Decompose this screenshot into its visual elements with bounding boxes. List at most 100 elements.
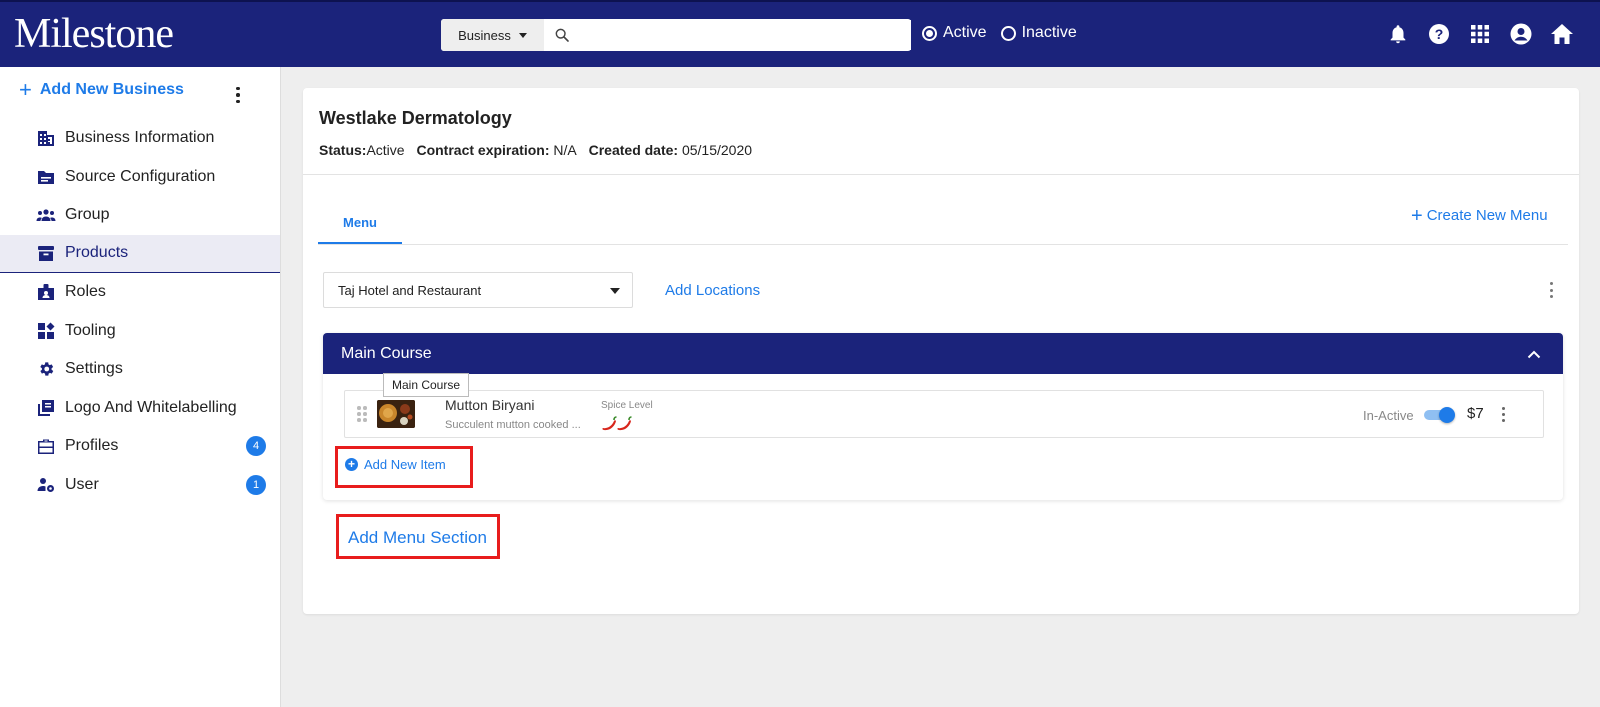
apps-grid-icon[interactable] bbox=[1468, 22, 1492, 46]
spice-level-label: Spice Level bbox=[601, 400, 653, 411]
business-name: Westlake Dermatology bbox=[319, 108, 512, 128]
home-icon[interactable] bbox=[1550, 22, 1574, 46]
search-type-dropdown[interactable]: Business bbox=[441, 19, 544, 51]
sidebar-item-logo-whitelabelling[interactable]: Logo And Whitelabelling bbox=[0, 389, 280, 428]
add-new-item-label: Add New Item bbox=[364, 457, 446, 472]
sidebar-item-label: Business Information bbox=[65, 129, 215, 147]
business-card: Westlake Dermatology Status:Active Contr… bbox=[303, 88, 1579, 614]
help-icon[interactable]: ? bbox=[1427, 22, 1451, 46]
sidebar-item-tooling[interactable]: Tooling bbox=[0, 312, 280, 351]
sidebar-item-label: User bbox=[65, 475, 99, 493]
sidebar-item-label: Group bbox=[65, 206, 110, 224]
radio-inactive[interactable]: Inactive bbox=[1000, 24, 1077, 42]
search-type-label: Business bbox=[458, 27, 511, 43]
sidebar-item-products[interactable]: Products bbox=[0, 234, 280, 273]
sidebar-item-label: Settings bbox=[65, 360, 123, 378]
sidebar-item-user[interactable]: User 1 bbox=[0, 466, 280, 505]
drag-handle-icon[interactable] bbox=[357, 406, 367, 424]
menu-section-header[interactable]: Main Course bbox=[323, 333, 1563, 374]
sidebar-item-settings[interactable]: Settings bbox=[0, 350, 280, 389]
radio-checked-icon bbox=[922, 25, 937, 41]
svg-text:?: ? bbox=[1435, 26, 1444, 42]
bell-icon[interactable] bbox=[1386, 22, 1410, 46]
top-app-bar: Milestone Business Active Inactive ? bbox=[0, 0, 1600, 67]
caret-down-icon bbox=[518, 32, 527, 38]
user-count-badge: 1 bbox=[246, 474, 266, 495]
radio-inactive-label: Inactive bbox=[1021, 24, 1077, 41]
dashboard-icon bbox=[36, 321, 56, 341]
building-icon bbox=[36, 128, 56, 148]
archive-box-icon bbox=[36, 243, 56, 263]
sidebar-item-business-information[interactable]: Business Information bbox=[0, 119, 280, 158]
milestone-logo[interactable]: Milestone bbox=[14, 8, 174, 60]
sidebar-item-source-configuration[interactable]: Source Configuration bbox=[0, 158, 280, 197]
chevron-up-icon[interactable] bbox=[1527, 346, 1541, 364]
plus-icon: + bbox=[1411, 204, 1423, 227]
status-label: Status: bbox=[319, 142, 367, 158]
business-meta: Status:Active Contract expiration: N/A C… bbox=[319, 142, 752, 158]
gear-icon bbox=[36, 359, 56, 379]
chili-pepper-icon bbox=[601, 415, 635, 436]
briefcase-icon bbox=[36, 436, 56, 456]
item-status-label: In-Active bbox=[1363, 408, 1414, 423]
divider bbox=[303, 174, 1579, 175]
item-name: Mutton Biryani bbox=[445, 397, 535, 413]
status-radio-group: Active Inactive bbox=[922, 24, 1077, 42]
contract-label: Contract expiration: bbox=[416, 142, 550, 158]
plus-icon: + bbox=[19, 77, 32, 102]
status-value: Active bbox=[366, 142, 405, 158]
sidebar-item-label: Tooling bbox=[65, 321, 116, 339]
menu-item-row[interactable]: Mutton Biryani Succulent mutton cooked .… bbox=[344, 390, 1544, 438]
search-bar: Business bbox=[441, 19, 911, 51]
sidebar-item-group[interactable]: Group bbox=[0, 196, 280, 235]
section-title-tooltip: Main Course bbox=[383, 373, 470, 397]
tabs-divider bbox=[318, 244, 1568, 245]
sidebar-item-profiles[interactable]: Profiles 4 bbox=[0, 427, 280, 466]
user-settings-icon bbox=[36, 475, 56, 495]
plus-circle-icon: + bbox=[345, 458, 358, 471]
created-label: Created date: bbox=[588, 142, 679, 158]
sidebar-item-label: Logo And Whitelabelling bbox=[65, 398, 237, 416]
library-icon bbox=[36, 398, 56, 418]
caret-down-icon bbox=[610, 288, 620, 294]
radio-unchecked-icon bbox=[1000, 25, 1016, 41]
badge-id-icon bbox=[36, 282, 56, 302]
item-thumbnail bbox=[377, 400, 415, 428]
folder-icon bbox=[36, 167, 56, 187]
menu-section-title: Main Course bbox=[341, 344, 432, 362]
create-new-menu-label: Create New Menu bbox=[1426, 207, 1548, 224]
search-icon bbox=[544, 19, 580, 51]
create-new-menu-button[interactable]: + Create New Menu bbox=[1411, 204, 1548, 227]
sidebar-item-label: Products bbox=[65, 244, 129, 262]
top-icon-tray: ? bbox=[1386, 22, 1574, 46]
item-more-icon[interactable] bbox=[1500, 407, 1506, 422]
sidebar-more-icon[interactable] bbox=[232, 85, 244, 105]
radio-active-label: Active bbox=[943, 24, 987, 41]
group-icon bbox=[36, 205, 56, 225]
item-description: Succulent mutton cooked ... bbox=[445, 419, 581, 431]
search-input[interactable] bbox=[580, 20, 911, 50]
contract-value: N/A bbox=[553, 142, 577, 158]
location-select-value: Taj Hotel and Restaurant bbox=[338, 282, 482, 298]
sidebar-item-label: Source Configuration bbox=[65, 167, 216, 185]
created-value: 05/15/2020 bbox=[681, 142, 753, 158]
radio-active[interactable]: Active bbox=[922, 24, 987, 42]
add-menu-section-button[interactable]: Add Menu Section bbox=[348, 528, 487, 548]
sidebar-item-label: Roles bbox=[65, 283, 106, 301]
item-price: $7 bbox=[1467, 405, 1484, 422]
location-select[interactable]: Taj Hotel and Restaurant bbox=[323, 272, 633, 308]
add-locations-link[interactable]: Add Locations bbox=[665, 282, 760, 299]
sidebar-item-roles[interactable]: Roles bbox=[0, 273, 280, 312]
sidebar: + Add New Business Business Information … bbox=[0, 67, 281, 707]
tab-menu[interactable]: Menu bbox=[318, 202, 402, 244]
add-new-item-button[interactable]: + Add New Item bbox=[345, 457, 446, 472]
add-new-business-button[interactable]: + Add New Business bbox=[19, 77, 184, 102]
profiles-count-badge: 4 bbox=[246, 436, 266, 457]
item-active-toggle[interactable] bbox=[1424, 407, 1455, 423]
more-options-icon[interactable] bbox=[1546, 282, 1556, 298]
menu-section: Main Course Main Course Mutton Biryani S… bbox=[323, 333, 1563, 500]
sidebar-item-label: Profiles bbox=[65, 437, 119, 455]
account-circle-icon[interactable] bbox=[1509, 22, 1533, 46]
add-new-business-label: Add New Business bbox=[39, 81, 184, 98]
sidebar-nav: Business Information Source Configuratio… bbox=[0, 119, 280, 504]
